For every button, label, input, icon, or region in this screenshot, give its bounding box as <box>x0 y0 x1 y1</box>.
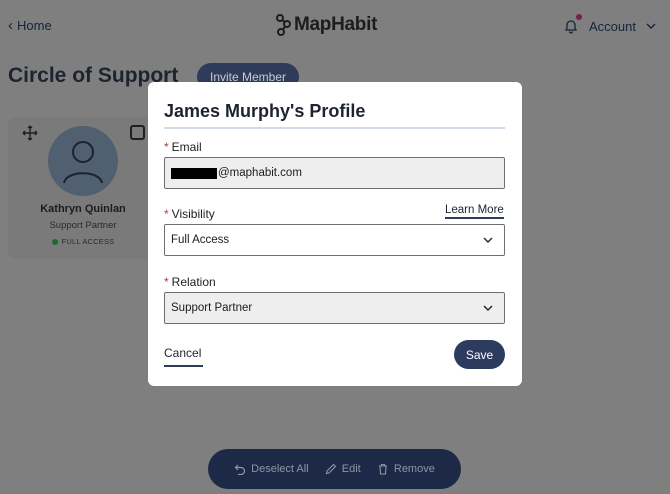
chevron-down-icon <box>483 237 493 243</box>
chevron-left-icon: ‹ <box>8 16 13 34</box>
home-back-link[interactable]: ‹ Home <box>8 16 52 34</box>
email-label-text: Email <box>171 140 202 154</box>
logo-icon <box>276 14 291 36</box>
relation-label: * Relation <box>164 275 216 289</box>
profile-modal: James Murphy's Profile * Email @maphabit.… <box>148 82 522 386</box>
top-bar: ‹ Home MapHabit Account <box>0 0 670 52</box>
pencil-icon <box>325 463 337 475</box>
logo-text: MapHabit <box>294 14 378 35</box>
redacted-block <box>171 167 217 179</box>
status-dot <box>51 238 58 245</box>
remove-button[interactable]: Remove <box>377 463 435 475</box>
account-menu[interactable]: Account <box>589 19 636 34</box>
relation-select[interactable]: Support Partner <box>164 292 505 324</box>
visibility-select[interactable]: Full Access <box>164 224 505 256</box>
member-card[interactable]: Kathryn Quinlan Support Partner FULL ACC… <box>8 117 158 259</box>
trash-icon <box>378 463 387 475</box>
deselect-all-label: Deselect All <box>251 463 309 475</box>
relation-value: Support Partner <box>171 302 253 314</box>
access-label: FULL ACCESS <box>61 237 115 246</box>
member-name: Kathryn Quinlan <box>40 203 126 215</box>
account-area: Account <box>563 14 656 34</box>
modal-title: James Murphy's Profile <box>164 101 366 121</box>
chevron-down-icon[interactable] <box>646 21 656 31</box>
visibility-value: Full Access <box>171 234 230 246</box>
edit-label: Edit <box>341 463 361 475</box>
title-divider <box>164 127 505 129</box>
visibility-label-text: Visibility <box>171 207 215 221</box>
email-field[interactable]: @maphabit.com <box>164 157 505 189</box>
maphabit-logo: MapHabit <box>276 14 377 36</box>
deselect-all-button[interactable]: Deselect All <box>234 463 309 475</box>
notification-bell-icon[interactable] <box>563 14 583 34</box>
required-marker: * <box>164 207 169 221</box>
edit-button[interactable]: Edit <box>325 463 361 475</box>
member-role: Support Partner <box>49 220 117 231</box>
email-value: @maphabit.com <box>218 167 302 179</box>
home-label: Home <box>17 18 52 33</box>
undo-icon <box>234 464 246 475</box>
select-checkbox[interactable] <box>130 125 145 140</box>
relation-label-text: Relation <box>171 275 216 289</box>
access-badge: FULL ACCESS <box>8 237 158 246</box>
required-marker: * <box>164 275 169 289</box>
remove-label: Remove <box>393 463 435 475</box>
learn-more-link[interactable]: Learn More <box>445 204 504 219</box>
notification-dot <box>576 14 583 20</box>
required-marker: * <box>164 140 169 154</box>
save-button[interactable]: Save <box>454 340 505 369</box>
email-label: * Email <box>164 140 202 154</box>
visibility-label: * Visibility <box>164 207 215 221</box>
bulk-action-bar: Deselect All Edit Remove <box>208 449 461 489</box>
cancel-button[interactable]: Cancel <box>164 346 203 367</box>
avatar <box>48 126 118 196</box>
chevron-down-icon <box>483 305 493 311</box>
move-icon[interactable] <box>22 125 38 141</box>
